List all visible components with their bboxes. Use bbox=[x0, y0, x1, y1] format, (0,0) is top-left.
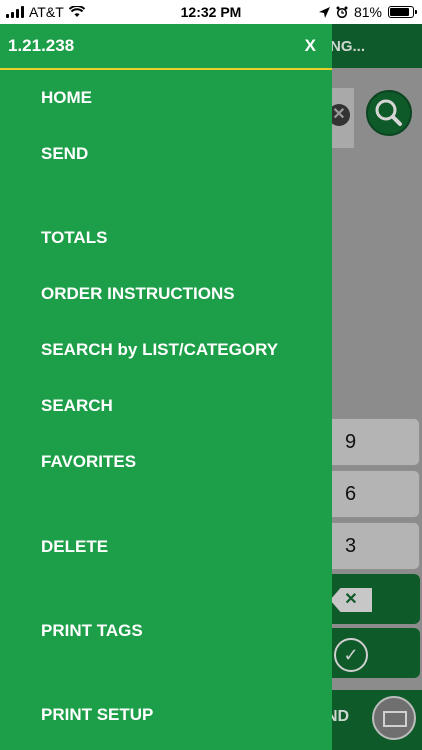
keypad-key-label: 3 bbox=[345, 535, 357, 557]
search-button[interactable] bbox=[366, 90, 412, 136]
menu-item-print-setup[interactable]: PRINT SETUP bbox=[41, 705, 153, 725]
status-bar: AT&T 12:32 PM 81% bbox=[0, 0, 422, 24]
menu-item-print-tags[interactable]: PRINT TAGS bbox=[41, 621, 143, 641]
send-icon[interactable] bbox=[372, 696, 416, 740]
menu-item-home[interactable]: HOME bbox=[41, 88, 92, 108]
drawer-divider bbox=[0, 68, 332, 70]
app-version: 1.21.238 bbox=[8, 36, 75, 55]
keypad-key-label: 6 bbox=[345, 483, 357, 505]
side-drawer: 1.21.238 X HOME SEND TOTALS ORDER INSTRU… bbox=[0, 24, 332, 750]
check-icon: ✓ bbox=[334, 638, 368, 672]
status-bar-right: 81% bbox=[318, 4, 417, 20]
menu-item-search-by-list[interactable]: SEARCH by LIST/CATEGORY bbox=[41, 340, 278, 360]
menu-item-delete[interactable]: DELETE bbox=[41, 537, 108, 557]
menu-item-totals[interactable]: TOTALS bbox=[41, 228, 107, 248]
menu-item-order-instructions[interactable]: ORDER INSTRUCTIONS bbox=[41, 284, 235, 304]
keypad-key-9[interactable]: 9 bbox=[326, 418, 420, 466]
battery-icon bbox=[388, 6, 417, 18]
battery-percent: 81% bbox=[353, 4, 382, 20]
alarm-icon bbox=[336, 6, 348, 18]
keypad-key-6[interactable]: 6 bbox=[326, 470, 420, 518]
keypad-key-3[interactable]: 3 bbox=[326, 522, 420, 570]
menu-item-search[interactable]: SEARCH bbox=[41, 396, 113, 416]
menu-item-send[interactable]: SEND bbox=[41, 144, 88, 164]
envelope-icon bbox=[383, 711, 407, 727]
location-icon bbox=[318, 6, 330, 18]
background-header-title: NG... bbox=[330, 38, 366, 55]
menu-item-favorites[interactable]: FAVORITES bbox=[41, 452, 136, 472]
search-icon bbox=[375, 99, 402, 126]
drawer-header: 1.21.238 X bbox=[0, 24, 332, 68]
keypad-key-label: 9 bbox=[345, 431, 357, 453]
close-drawer-button[interactable]: X bbox=[305, 36, 316, 56]
